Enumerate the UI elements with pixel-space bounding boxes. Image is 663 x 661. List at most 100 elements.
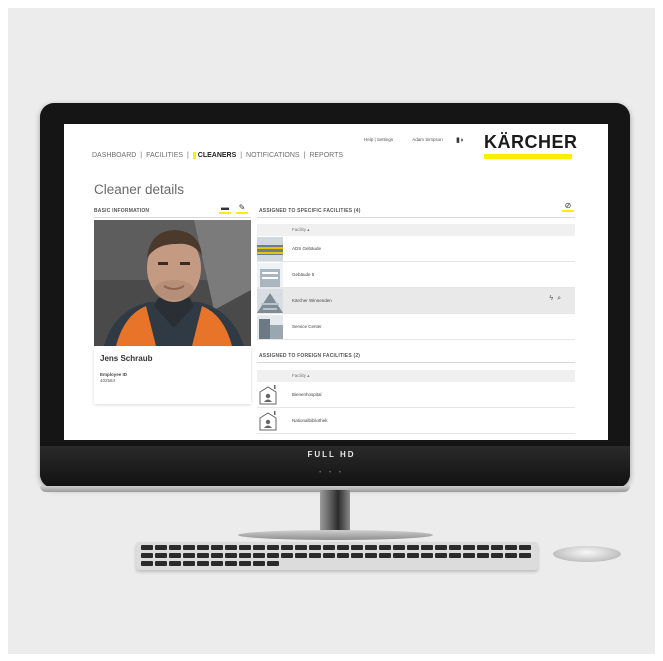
monitor-label: FULL HD [307, 450, 356, 459]
facility-thumbnail [257, 289, 283, 313]
row-actions: ϟ⌕ [549, 295, 565, 303]
keyboard-key [505, 545, 517, 550]
nav-item-notifications[interactable]: NOTIFICATIONS [246, 152, 300, 159]
keyboard-key [267, 545, 279, 550]
keyboard-key [421, 553, 433, 558]
keyboard-key [239, 553, 251, 558]
page-title: Cleaner details [94, 182, 185, 197]
keyboard-key [225, 561, 237, 566]
keyboard-key [309, 545, 321, 550]
keyboard-key [225, 545, 237, 550]
monitor-stand-base [238, 530, 433, 540]
keyboard-key [281, 553, 293, 558]
keyboard-key [239, 561, 251, 566]
keyboard-key [379, 545, 391, 550]
facility-name: ADS Gebäude [292, 246, 322, 251]
keyboard-key [197, 561, 209, 566]
employee-id-label: Employee ID [100, 372, 128, 377]
nav-item-facilities[interactable]: FACILITIES [146, 152, 183, 159]
table-header-facility[interactable]: Facility ▴ [257, 224, 575, 236]
keyboard-key [295, 553, 307, 558]
keyboard-key [435, 545, 447, 550]
help-settings-link[interactable]: Help | Settings [364, 137, 393, 142]
table-row[interactable]: Service Center [257, 314, 575, 340]
section-divider [257, 362, 575, 363]
unassign-icon[interactable]: ϟ [549, 295, 557, 302]
facility-person-icon [259, 385, 277, 405]
nav-item-dashboard[interactable]: DASHBOARD [92, 152, 136, 159]
table-row[interactable]: ADS Gebäude [257, 236, 575, 262]
app-screen: DASHBOARD | FACILITIES | CLEANERS | NOTI… [64, 124, 608, 440]
facility-name: Service Center [292, 324, 322, 329]
id-card-icon[interactable]: ▬ [219, 203, 231, 214]
keyboard-key [295, 545, 307, 550]
keyboard-key [365, 553, 377, 558]
karcher-logo: KÄRCHER [484, 132, 598, 159]
table-row[interactable]: Nationalbibliothek [257, 408, 575, 434]
keyboard-key [169, 545, 181, 550]
keyboard-key [155, 553, 167, 558]
keyboard-key [505, 553, 517, 558]
nav-separator: | [140, 152, 143, 159]
search-icon[interactable]: ⌕ [557, 295, 565, 302]
keyboard-key [281, 545, 293, 550]
facility-thumbnail [257, 315, 283, 339]
keyboard-key [253, 561, 265, 566]
keyboard-key [463, 545, 475, 550]
nav-item-reports[interactable]: REPORTS [309, 152, 343, 159]
table-header-facility[interactable]: Facility ▴ [257, 370, 575, 382]
keyboard-key [393, 545, 405, 550]
keyboard-key [211, 553, 223, 558]
link-icon[interactable]: ⊘ [562, 201, 574, 212]
cleaner-name: Jens Schraub [100, 354, 153, 363]
specific-facilities-heading: ASSIGNED TO SPECIFIC FACILITIES (4) [259, 208, 361, 214]
keyboard-key [155, 561, 167, 566]
keyboard-key [211, 545, 223, 550]
nav-item-cleaners[interactable]: CLEANERS [192, 152, 237, 159]
keyboard-key [169, 553, 181, 558]
keyboard-key [183, 545, 195, 550]
keyboard-key [225, 553, 237, 558]
keyboard-key [197, 553, 209, 558]
keyboard-key [141, 545, 153, 550]
facility-person-icon [259, 411, 277, 431]
keyboard-key [519, 553, 531, 558]
nav-separator: | [187, 152, 189, 159]
keyboard-key [351, 545, 363, 550]
employee-id-value: 402584 [100, 378, 116, 383]
top-links: Help | Settings Adam Simpson [364, 137, 461, 142]
keyboard-key [211, 561, 223, 566]
keyboard-key [477, 545, 489, 550]
table-row[interactable]: Bienenhospital [257, 382, 575, 408]
user-icon[interactable]: ▮◗ [456, 136, 464, 144]
keyboard-key [337, 553, 349, 558]
table-row[interactable]: Kärcher Winnenden ϟ⌕ [257, 288, 575, 314]
keyboard-key [155, 545, 167, 550]
keyboard-key [183, 553, 195, 558]
table-row[interactable]: Gebäude 5 [257, 262, 575, 288]
facility-name: Gebäude 5 [292, 272, 315, 277]
keyboard-key [519, 545, 531, 550]
foreign-facilities-heading: ASSIGNED TO FOREIGN FACILITIES (2) [259, 353, 361, 359]
section-divider [94, 217, 251, 218]
facility-thumbnail [257, 263, 283, 287]
logo-bar [484, 154, 572, 159]
keyboard-key [169, 561, 181, 566]
keyboard-key [267, 553, 279, 558]
cleaner-info-card: Jens Schraub Employee ID 402584 [94, 346, 251, 404]
keyboard [136, 542, 538, 570]
keyboard-key [351, 553, 363, 558]
user-name[interactable]: Adam Simpson [412, 137, 443, 142]
pencil-icon[interactable]: ✎ [236, 203, 248, 214]
keyboard-key [253, 553, 265, 558]
keyboard-key [309, 553, 321, 558]
keyboard-key [267, 561, 279, 566]
keyboard-key [323, 553, 335, 558]
keyboard-key [337, 545, 349, 550]
cleaner-photo [94, 220, 251, 346]
basic-info-heading: BASIC INFORMATION [94, 208, 150, 214]
keyboard-key [477, 553, 489, 558]
section-divider [257, 217, 575, 218]
keyboard-key [407, 553, 419, 558]
facility-name: Kärcher Winnenden [292, 298, 332, 303]
